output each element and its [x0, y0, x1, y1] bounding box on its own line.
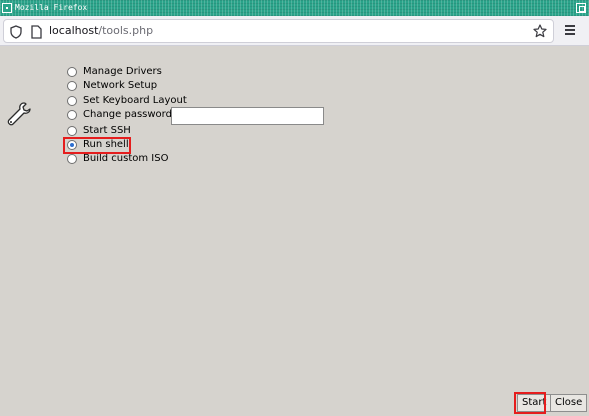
- shield-icon[interactable]: [10, 25, 22, 39]
- start-button-highlight: [514, 392, 546, 414]
- password-input[interactable]: [171, 106, 324, 125]
- bookmark-star-icon[interactable]: [533, 24, 547, 38]
- tools-page: Manage Drivers Network Setup Set Keyboar…: [0, 47, 589, 416]
- option-label: Change password: [83, 108, 172, 120]
- maximize-icon[interactable]: [576, 3, 586, 13]
- window-titlebar: Mozilla Firefox: [0, 0, 589, 16]
- option-label: Network Setup: [83, 80, 158, 92]
- wrench-icon: [7, 102, 31, 126]
- close-button[interactable]: Close: [550, 394, 588, 412]
- radio-button[interactable]: [67, 67, 77, 77]
- window-menu-icon[interactable]: [2, 3, 12, 13]
- url-path: /tools.php: [98, 24, 154, 37]
- url-text[interactable]: localhost/tools.php: [49, 20, 153, 42]
- radio-button[interactable]: [67, 81, 77, 92]
- radio-button[interactable]: [67, 109, 77, 120]
- option-label: Set Keyboard Layout: [83, 94, 187, 106]
- page-icon: [31, 25, 42, 39]
- url-bar[interactable]: localhost/tools.php: [3, 19, 554, 43]
- option-label: Start SSH: [83, 124, 131, 136]
- hamburger-menu-icon[interactable]: [564, 25, 576, 37]
- url-host: localhost: [49, 24, 99, 37]
- radio-button[interactable]: [67, 125, 77, 136]
- window-title: Mozilla Firefox: [15, 3, 88, 12]
- option-label: Build custom ISO: [83, 153, 169, 165]
- option-label: Manage Drivers: [83, 66, 162, 77]
- radio-button[interactable]: [67, 154, 77, 165]
- navigation-bar: localhost/tools.php: [0, 16, 589, 46]
- radio-button[interactable]: [67, 95, 77, 106]
- run-shell-highlight: [63, 137, 131, 154]
